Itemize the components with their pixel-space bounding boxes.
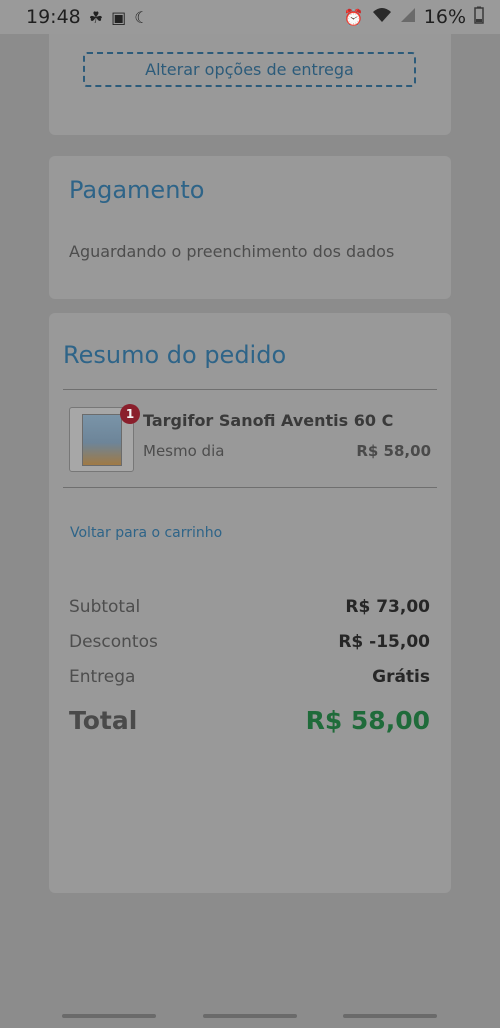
status-bar-left: 19:48 ☘ ▣ ☾ bbox=[26, 6, 149, 28]
total-label: Total bbox=[69, 706, 138, 735]
back-nav-handle[interactable] bbox=[343, 1014, 437, 1018]
battery-percent: 16% bbox=[423, 6, 466, 28]
signal-icon bbox=[400, 7, 416, 27]
alarm-icon: ⏰ bbox=[343, 7, 364, 27]
back-to-cart-link[interactable]: Voltar para o carrinho bbox=[70, 525, 222, 541]
moon-icon: ☾ bbox=[134, 7, 149, 27]
discounts-value: R$ -15,00 bbox=[338, 632, 430, 652]
change-delivery-options-button[interactable]: Alterar opções de entrega bbox=[83, 52, 416, 87]
product-name[interactable]: Targifor Sanofi Aventis 60 C... bbox=[143, 411, 393, 430]
recents-nav-handle[interactable] bbox=[62, 1014, 156, 1018]
total-value: R$ 58,00 bbox=[305, 706, 430, 735]
payment-title: Pagamento bbox=[69, 176, 205, 204]
status-time: 19:48 bbox=[26, 6, 81, 28]
status-bar-right: ⏰ 16% bbox=[344, 6, 484, 28]
order-summary-card: Resumo do pedido 1 Targifor Sanofi Avent… bbox=[49, 313, 451, 893]
subtotal-row: Subtotal R$ 73,00 bbox=[69, 597, 430, 617]
home-nav-handle[interactable] bbox=[203, 1014, 297, 1018]
payment-status: Aguardando o preenchimento dos dados bbox=[69, 242, 395, 261]
divider bbox=[63, 389, 437, 390]
total-row: Total R$ 58,00 bbox=[69, 706, 430, 735]
product-shipping: Mesmo dia bbox=[143, 442, 225, 460]
battery-icon bbox=[474, 6, 484, 28]
delivery-card: Alterar opções de entrega bbox=[49, 34, 451, 135]
quantity-badge: 1 bbox=[120, 404, 140, 424]
subtotal-value: R$ 73,00 bbox=[345, 597, 430, 617]
discounts-label: Descontos bbox=[69, 632, 158, 652]
wifi-icon bbox=[372, 7, 392, 27]
product-price: R$ 58,00 bbox=[356, 442, 431, 460]
order-summary-title: Resumo do pedido bbox=[63, 341, 287, 369]
status-bar: 19:48 ☘ ▣ ☾ ⏰ 16% bbox=[0, 0, 500, 34]
product-box-image bbox=[82, 414, 122, 466]
discounts-row: Descontos R$ -15,00 bbox=[69, 632, 430, 652]
subtotal-label: Subtotal bbox=[69, 597, 141, 617]
payment-card: Pagamento Aguardando o preenchimento dos… bbox=[49, 156, 451, 299]
system-nav-bar bbox=[0, 1006, 500, 1028]
delivery-value: Grátis bbox=[372, 667, 430, 687]
divider bbox=[63, 487, 437, 488]
image-icon: ▣ bbox=[111, 7, 127, 27]
delivery-row: Entrega Grátis bbox=[69, 667, 430, 687]
leaf-icon: ☘ bbox=[88, 7, 104, 27]
delivery-label: Entrega bbox=[69, 667, 136, 687]
